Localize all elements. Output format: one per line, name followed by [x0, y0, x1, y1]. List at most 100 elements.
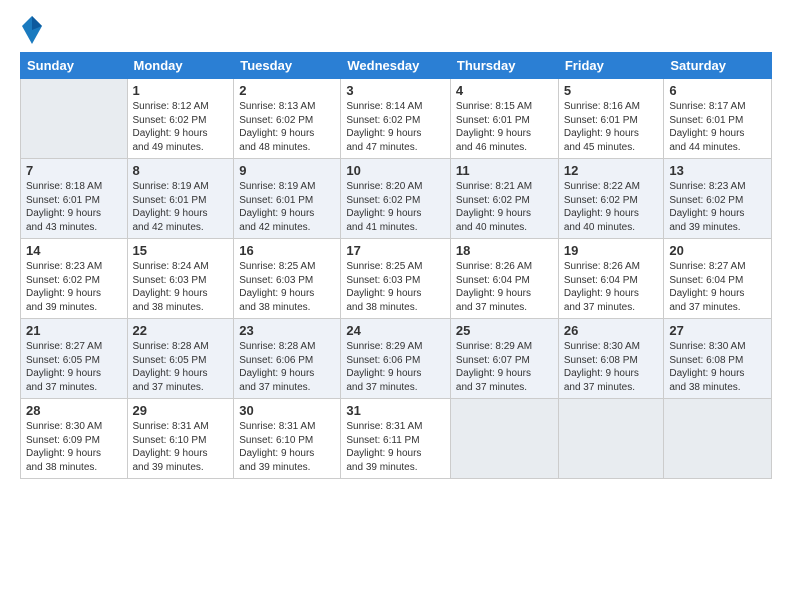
day-number: 5 [564, 83, 659, 98]
calendar-cell: 1 Sunrise: 8:12 AM Sunset: 6:02 PM Daylig… [127, 79, 234, 159]
cell-text: Sunrise: 8:15 AM Sunset: 6:01 PM Dayligh… [456, 100, 553, 154]
calendar-cell: 29 Sunrise: 8:31 AM Sunset: 6:10 PM Dayli… [127, 399, 234, 479]
header [20, 16, 772, 44]
cell-text: Sunrise: 8:23 AM Sunset: 6:02 PM Dayligh… [669, 180, 766, 234]
cell-text: Sunrise: 8:22 AM Sunset: 6:02 PM Dayligh… [564, 180, 659, 234]
day-number: 10 [346, 163, 445, 178]
cell-text: Sunrise: 8:13 AM Sunset: 6:02 PM Dayligh… [239, 100, 335, 154]
calendar-cell: 20 Sunrise: 8:27 AM Sunset: 6:04 PM Dayli… [664, 239, 772, 319]
cell-text: Sunrise: 8:18 AM Sunset: 6:01 PM Dayligh… [26, 180, 122, 234]
calendar-cell: 5 Sunrise: 8:16 AM Sunset: 6:01 PM Daylig… [558, 79, 664, 159]
cell-text: Sunrise: 8:19 AM Sunset: 6:01 PM Dayligh… [133, 180, 229, 234]
cell-text: Sunrise: 8:31 AM Sunset: 6:10 PM Dayligh… [239, 420, 335, 474]
calendar-cell: 17 Sunrise: 8:25 AM Sunset: 6:03 PM Dayli… [341, 239, 451, 319]
cell-text: Sunrise: 8:26 AM Sunset: 6:04 PM Dayligh… [564, 260, 659, 314]
cell-text: Sunrise: 8:20 AM Sunset: 6:02 PM Dayligh… [346, 180, 445, 234]
day-number: 23 [239, 323, 335, 338]
calendar-cell [450, 399, 558, 479]
cell-text: Sunrise: 8:27 AM Sunset: 6:05 PM Dayligh… [26, 340, 122, 394]
logo-icon [22, 16, 42, 44]
calendar-cell: 16 Sunrise: 8:25 AM Sunset: 6:03 PM Dayli… [234, 239, 341, 319]
cell-text: Sunrise: 8:27 AM Sunset: 6:04 PM Dayligh… [669, 260, 766, 314]
cell-text: Sunrise: 8:17 AM Sunset: 6:01 PM Dayligh… [669, 100, 766, 154]
calendar-header-saturday: Saturday [664, 53, 772, 79]
calendar-header-monday: Monday [127, 53, 234, 79]
cell-text: Sunrise: 8:19 AM Sunset: 6:01 PM Dayligh… [239, 180, 335, 234]
cell-text: Sunrise: 8:30 AM Sunset: 6:08 PM Dayligh… [564, 340, 659, 394]
day-number: 25 [456, 323, 553, 338]
page: SundayMondayTuesdayWednesdayThursdayFrid… [0, 0, 792, 612]
calendar-cell: 28 Sunrise: 8:30 AM Sunset: 6:09 PM Dayli… [21, 399, 128, 479]
cell-text: Sunrise: 8:24 AM Sunset: 6:03 PM Dayligh… [133, 260, 229, 314]
day-number: 6 [669, 83, 766, 98]
calendar-cell: 23 Sunrise: 8:28 AM Sunset: 6:06 PM Dayli… [234, 319, 341, 399]
calendar-table: SundayMondayTuesdayWednesdayThursdayFrid… [20, 52, 772, 479]
calendar-cell: 10 Sunrise: 8:20 AM Sunset: 6:02 PM Dayli… [341, 159, 451, 239]
calendar-header-wednesday: Wednesday [341, 53, 451, 79]
cell-text: Sunrise: 8:30 AM Sunset: 6:09 PM Dayligh… [26, 420, 122, 474]
day-number: 11 [456, 163, 553, 178]
calendar-cell: 26Sunrise: 8:30 AM Sunset: 6:08 PM Dayli… [558, 319, 664, 399]
cell-text: Sunrise: 8:25 AM Sunset: 6:03 PM Dayligh… [239, 260, 335, 314]
calendar-cell: 6 Sunrise: 8:17 AM Sunset: 6:01 PM Daylig… [664, 79, 772, 159]
day-number: 22 [133, 323, 229, 338]
day-number: 21 [26, 323, 122, 338]
calendar-cell: 11 Sunrise: 8:21 AM Sunset: 6:02 PM Dayli… [450, 159, 558, 239]
day-number: 8 [133, 163, 229, 178]
cell-text: Sunrise: 8:23 AM Sunset: 6:02 PM Dayligh… [26, 260, 122, 314]
cell-text: Sunrise: 8:21 AM Sunset: 6:02 PM Dayligh… [456, 180, 553, 234]
calendar-header-thursday: Thursday [450, 53, 558, 79]
calendar-cell [21, 79, 128, 159]
day-number: 31 [346, 403, 445, 418]
calendar-cell: 22 Sunrise: 8:28 AM Sunset: 6:05 PM Dayli… [127, 319, 234, 399]
day-number: 17 [346, 243, 445, 258]
day-number: 20 [669, 243, 766, 258]
calendar-cell: 21 Sunrise: 8:27 AM Sunset: 6:05 PM Dayli… [21, 319, 128, 399]
day-number: 7 [26, 163, 122, 178]
day-number: 18 [456, 243, 553, 258]
calendar-header-friday: Friday [558, 53, 664, 79]
day-number: 24 [346, 323, 445, 338]
logo [20, 16, 42, 44]
calendar-week-3: 14 Sunrise: 8:23 AM Sunset: 6:02 PM Dayli… [21, 239, 772, 319]
calendar-cell: 27 Sunrise: 8:30 AM Sunset: 6:08 PM Dayli… [664, 319, 772, 399]
day-number: 15 [133, 243, 229, 258]
cell-text: Sunrise: 8:31 AM Sunset: 6:10 PM Dayligh… [133, 420, 229, 474]
calendar-cell: 30 Sunrise: 8:31 AM Sunset: 6:10 PM Dayli… [234, 399, 341, 479]
cell-text: Sunrise: 8:30 AM Sunset: 6:08 PM Dayligh… [669, 340, 766, 394]
calendar-cell: 25Sunrise: 8:29 AM Sunset: 6:07 PM Dayli… [450, 319, 558, 399]
day-number: 30 [239, 403, 335, 418]
cell-text: Sunrise: 8:25 AM Sunset: 6:03 PM Dayligh… [346, 260, 445, 314]
calendar-cell: 19Sunrise: 8:26 AM Sunset: 6:04 PM Dayli… [558, 239, 664, 319]
day-number: 16 [239, 243, 335, 258]
calendar-cell: 12 Sunrise: 8:22 AM Sunset: 6:02 PM Dayli… [558, 159, 664, 239]
cell-text: Sunrise: 8:12 AM Sunset: 6:02 PM Dayligh… [133, 100, 229, 154]
cell-text: Sunrise: 8:29 AM Sunset: 6:06 PM Dayligh… [346, 340, 445, 394]
calendar-cell: 7 Sunrise: 8:18 AM Sunset: 6:01 PM Daylig… [21, 159, 128, 239]
cell-text: Sunrise: 8:28 AM Sunset: 6:06 PM Dayligh… [239, 340, 335, 394]
day-number: 2 [239, 83, 335, 98]
calendar-cell: 14 Sunrise: 8:23 AM Sunset: 6:02 PM Dayli… [21, 239, 128, 319]
cell-text: Sunrise: 8:26 AM Sunset: 6:04 PM Dayligh… [456, 260, 553, 314]
calendar-header-row: SundayMondayTuesdayWednesdayThursdayFrid… [21, 53, 772, 79]
calendar-cell [558, 399, 664, 479]
day-number: 1 [133, 83, 229, 98]
calendar-header-tuesday: Tuesday [234, 53, 341, 79]
day-number: 28 [26, 403, 122, 418]
day-number: 13 [669, 163, 766, 178]
calendar-cell: 31Sunrise: 8:31 AM Sunset: 6:11 PM Dayli… [341, 399, 451, 479]
calendar-cell [664, 399, 772, 479]
day-number: 14 [26, 243, 122, 258]
calendar-week-1: 1 Sunrise: 8:12 AM Sunset: 6:02 PM Daylig… [21, 79, 772, 159]
calendar-cell: 15 Sunrise: 8:24 AM Sunset: 6:03 PM Dayli… [127, 239, 234, 319]
day-number: 29 [133, 403, 229, 418]
calendar-cell: 8 Sunrise: 8:19 AM Sunset: 6:01 PM Daylig… [127, 159, 234, 239]
calendar-cell: 24 Sunrise: 8:29 AM Sunset: 6:06 PM Dayli… [341, 319, 451, 399]
calendar-cell: 4Sunrise: 8:15 AM Sunset: 6:01 PM Daylig… [450, 79, 558, 159]
cell-text: Sunrise: 8:28 AM Sunset: 6:05 PM Dayligh… [133, 340, 229, 394]
calendar-cell: 2 Sunrise: 8:13 AM Sunset: 6:02 PM Daylig… [234, 79, 341, 159]
calendar-week-5: 28 Sunrise: 8:30 AM Sunset: 6:09 PM Dayli… [21, 399, 772, 479]
day-number: 27 [669, 323, 766, 338]
cell-text: Sunrise: 8:16 AM Sunset: 6:01 PM Dayligh… [564, 100, 659, 154]
day-number: 12 [564, 163, 659, 178]
